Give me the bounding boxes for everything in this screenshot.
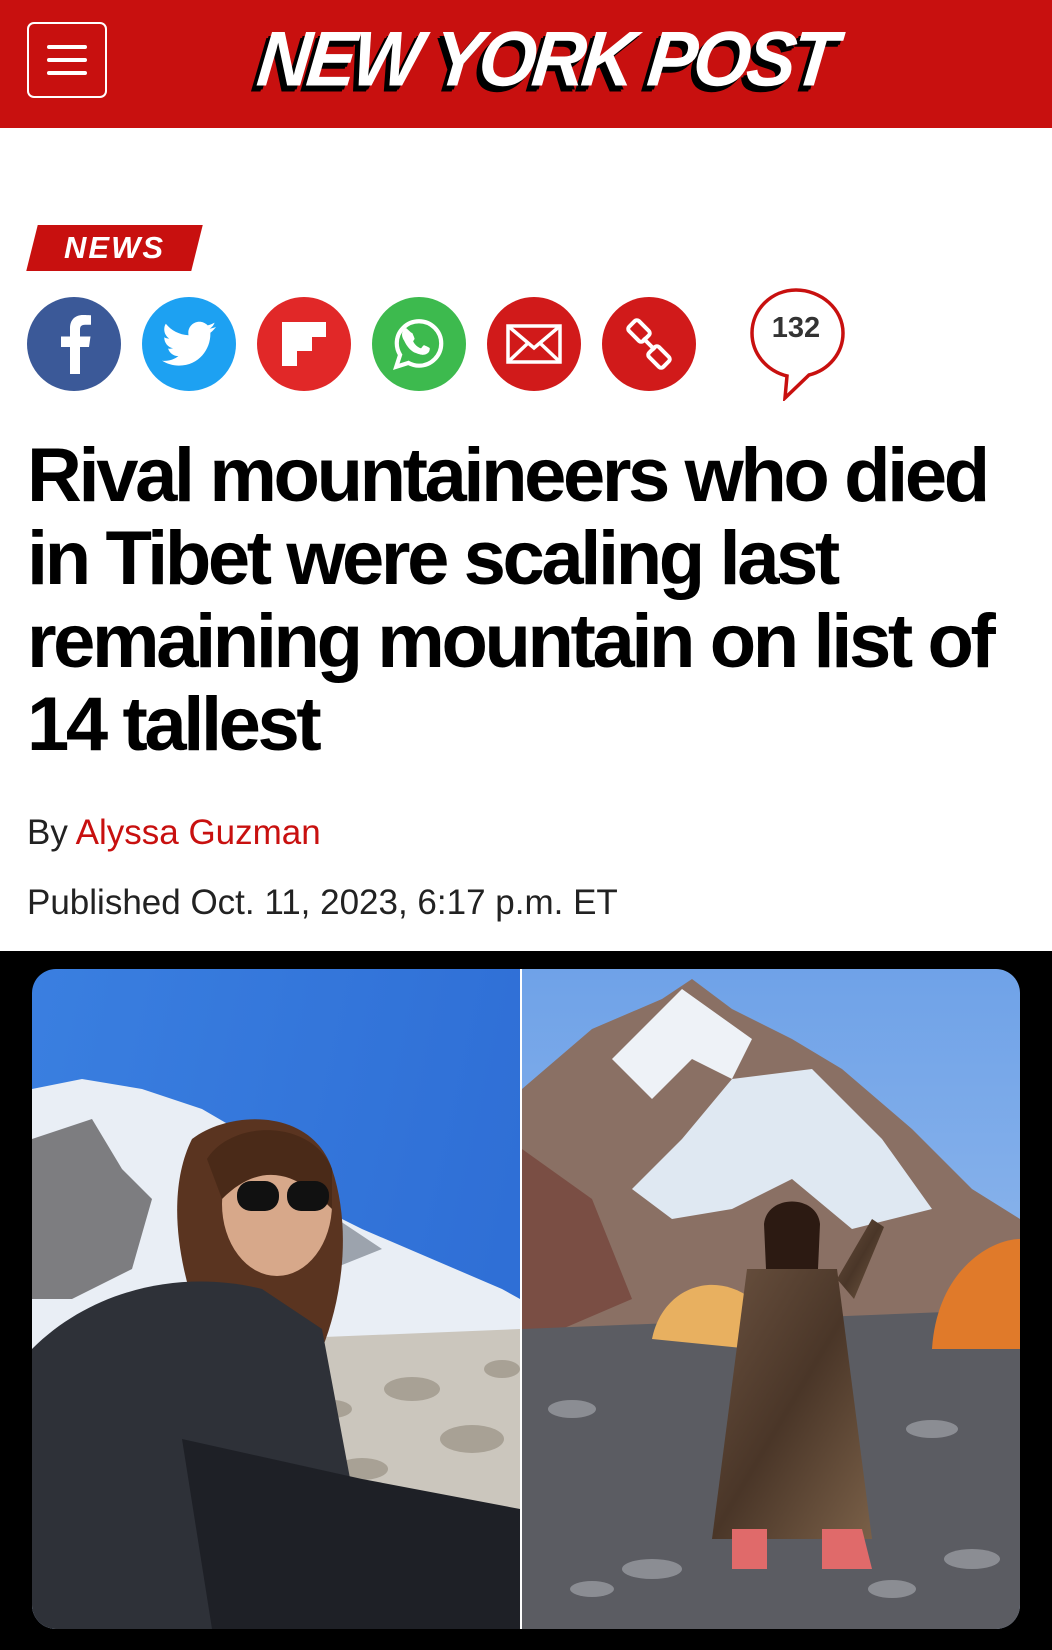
- menu-button[interactable]: [27, 22, 107, 98]
- byline-prefix: By: [27, 813, 76, 852]
- comments-button[interactable]: 132: [749, 287, 845, 403]
- facebook-icon: [61, 315, 91, 374]
- byline: By Alyssa Guzman: [27, 813, 321, 853]
- hamburger-line: [47, 58, 87, 62]
- hamburger-line: [47, 71, 87, 75]
- brand-logo[interactable]: NEW YORK POST: [253, 12, 839, 107]
- left-photo: [32, 969, 520, 1629]
- flipboard-icon: [282, 322, 326, 366]
- facebook-share-button[interactable]: [27, 297, 121, 391]
- flipboard-share-button[interactable]: [257, 297, 351, 391]
- section-tag[interactable]: NEWS: [26, 225, 203, 271]
- copy-link-button[interactable]: [602, 297, 696, 391]
- top-bar: NEW YORK POST: [0, 0, 1052, 128]
- published-date: Published Oct. 11, 2023, 6:17 p.m. ET: [27, 883, 618, 922]
- right-photo: [522, 969, 1020, 1629]
- hamburger-line: [47, 45, 87, 49]
- twitter-share-button[interactable]: [142, 297, 236, 391]
- whatsapp-share-button[interactable]: [372, 297, 466, 391]
- link-icon: [626, 318, 672, 370]
- email-icon: [506, 324, 562, 364]
- twitter-icon: [162, 321, 216, 366]
- hero-image-container: [0, 951, 1052, 1650]
- hero-image[interactable]: [32, 969, 1020, 1629]
- article-headline: Rival mountaineers who died in Tibet wer…: [27, 433, 996, 767]
- author-link[interactable]: Alyssa Guzman: [76, 813, 321, 852]
- email-share-button[interactable]: [487, 297, 581, 391]
- section-label: NEWS: [64, 230, 165, 265]
- whatsapp-icon: [393, 319, 444, 370]
- comment-count: 132: [771, 312, 821, 344]
